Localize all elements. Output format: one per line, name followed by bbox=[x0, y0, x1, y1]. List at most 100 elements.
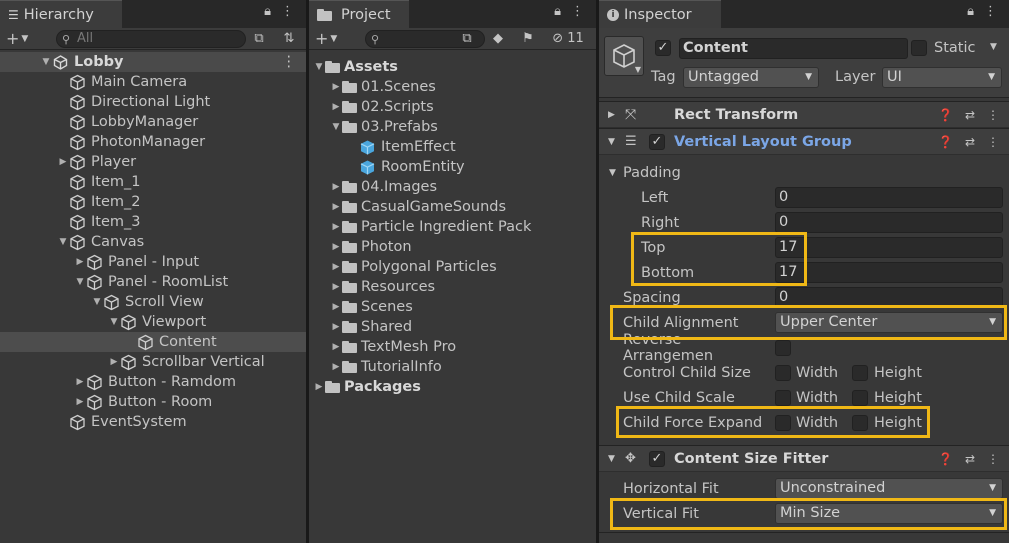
expanded-arrow-icon[interactable]: ▼ bbox=[108, 317, 120, 327]
collapsed-arrow-icon[interactable]: ▶ bbox=[57, 157, 69, 167]
hierarchy-item[interactable]: ▼ Viewport bbox=[0, 312, 306, 332]
tab-project[interactable]: Project bbox=[309, 0, 409, 28]
collapsed-arrow-icon[interactable]: ▶ bbox=[330, 302, 342, 312]
project-item[interactable]: ▼ Assets bbox=[309, 57, 596, 77]
layer-dropdown[interactable]: UI ▼ bbox=[882, 67, 1002, 88]
vlg-enabled-checkbox[interactable]: ✓ bbox=[649, 133, 665, 150]
lock-icon[interactable]: 🔒︎ bbox=[554, 4, 561, 19]
expanded-arrow-icon[interactable]: ▼ bbox=[40, 57, 52, 67]
hierarchy-item[interactable]: ▼ Canvas bbox=[0, 232, 306, 252]
project-item[interactable]: ▶ TutorialInfo bbox=[309, 357, 596, 377]
hidden-packages-toggle[interactable]: ⊘ 11 bbox=[547, 30, 589, 48]
collapsed-arrow-icon[interactable]: ▶ bbox=[330, 222, 342, 232]
lock-icon[interactable]: 🔒︎ bbox=[264, 4, 271, 19]
project-item[interactable]: ▶ TextMesh Pro bbox=[309, 337, 596, 357]
tab-inspector[interactable]: i Inspector bbox=[599, 0, 721, 28]
help-icon[interactable]: ❓ bbox=[938, 135, 953, 149]
project-item[interactable]: ItemEffect bbox=[309, 137, 596, 157]
kebab-menu-icon[interactable]: ⋮ bbox=[987, 108, 999, 122]
foldout-arrow-icon[interactable]: ▶ bbox=[608, 110, 615, 120]
scale-width-checkbox[interactable] bbox=[775, 389, 791, 406]
tab-hierarchy[interactable]: ☰ Hierarchy bbox=[0, 0, 122, 28]
vertical-layout-group-header[interactable]: ▼ ☰ ✓ Vertical Layout Group ❓ ⇄ ⋮ bbox=[599, 128, 1009, 155]
padding-top-input[interactable]: 17 bbox=[775, 237, 1003, 258]
project-item[interactable]: ▶ Polygonal Particles bbox=[309, 257, 596, 277]
collapsed-arrow-icon[interactable]: ▶ bbox=[330, 102, 342, 112]
hierarchy-item[interactable]: ▶ Scrollbar Vertical bbox=[0, 352, 306, 372]
lock-icon[interactable]: 🔒︎ bbox=[967, 4, 974, 19]
collapsed-arrow-icon[interactable]: ▶ bbox=[74, 397, 86, 407]
scene-visibility-icon[interactable]: ⧉ bbox=[250, 30, 268, 48]
help-icon[interactable]: ❓ bbox=[938, 452, 953, 466]
csf-enabled-checkbox[interactable]: ✓ bbox=[649, 450, 665, 467]
hierarchy-item[interactable]: ▶ Panel - Input bbox=[0, 252, 306, 272]
horizontal-fit-dropdown[interactable]: Unconstrained ▼ bbox=[775, 478, 1003, 499]
collapsed-arrow-icon[interactable]: ▶ bbox=[330, 82, 342, 92]
tag-dropdown[interactable]: Untagged ▼ bbox=[683, 67, 819, 88]
project-item[interactable]: ▶ 04.Images bbox=[309, 177, 596, 197]
expanded-arrow-icon[interactable]: ▼ bbox=[330, 122, 342, 132]
hierarchy-item[interactable]: PhotonManager bbox=[0, 132, 306, 152]
project-item[interactable]: ▶ Resources bbox=[309, 277, 596, 297]
kebab-menu-icon[interactable]: ⋮ bbox=[987, 452, 999, 466]
collapsed-arrow-icon[interactable]: ▶ bbox=[108, 357, 120, 367]
filter-by-label-icon[interactable]: ⚑ bbox=[519, 30, 537, 48]
hierarchy-item[interactable]: ▶ Button - Room bbox=[0, 392, 306, 412]
hierarchy-item[interactable]: ▶ Player bbox=[0, 152, 306, 172]
collapsed-arrow-icon[interactable]: ▶ bbox=[313, 382, 325, 392]
padding-right-input[interactable]: 0 bbox=[775, 212, 1003, 233]
hierarchy-item[interactable]: Item_3 bbox=[0, 212, 306, 232]
hierarchy-item[interactable]: EventSystem bbox=[0, 412, 306, 432]
help-icon[interactable]: ❓ bbox=[938, 108, 953, 122]
hierarchy-item[interactable]: ▼ Lobby ⋮ bbox=[0, 52, 306, 72]
reverse-arrangement-checkbox[interactable] bbox=[775, 339, 791, 356]
project-item[interactable]: ▶ Packages bbox=[309, 377, 596, 397]
object-name-input[interactable]: Content bbox=[679, 38, 908, 59]
filter-by-type-icon[interactable]: ◆ bbox=[489, 30, 507, 48]
presets-icon[interactable]: ⇄ bbox=[965, 108, 975, 122]
foldout-arrow-icon[interactable]: ▼ bbox=[608, 454, 615, 464]
active-checkbox[interactable]: ✓ bbox=[655, 40, 671, 56]
project-item[interactable]: ▶ Scenes bbox=[309, 297, 596, 317]
collapsed-arrow-icon[interactable]: ▶ bbox=[330, 362, 342, 372]
project-item[interactable]: ▶ CasualGameSounds bbox=[309, 197, 596, 217]
collapsed-arrow-icon[interactable]: ▶ bbox=[330, 242, 342, 252]
project-item[interactable]: ▶ Photon bbox=[309, 237, 596, 257]
project-item[interactable]: ▶ 02.Scripts bbox=[309, 97, 596, 117]
kebab-menu-icon[interactable]: ⋮ bbox=[571, 4, 584, 19]
hierarchy-item[interactable]: ▼ Scroll View bbox=[0, 292, 306, 312]
kebab-menu-icon[interactable]: ⋮ bbox=[281, 4, 294, 19]
scale-height-checkbox[interactable] bbox=[852, 389, 868, 406]
foldout-arrow-icon[interactable]: ▼ bbox=[608, 137, 615, 147]
hierarchy-item[interactable]: ▼ Panel - RoomList bbox=[0, 272, 306, 292]
expanded-arrow-icon[interactable]: ▼ bbox=[313, 62, 325, 72]
hierarchy-item[interactable]: LobbyManager bbox=[0, 112, 306, 132]
project-item[interactable]: RoomEntity bbox=[309, 157, 596, 177]
control-height-checkbox[interactable] bbox=[852, 364, 868, 381]
collapsed-arrow-icon[interactable]: ▶ bbox=[330, 322, 342, 332]
hierarchy-search-input[interactable]: ⚲ All bbox=[56, 30, 246, 48]
hierarchy-item[interactable]: Item_2 bbox=[0, 192, 306, 212]
collapsed-arrow-icon[interactable]: ▶ bbox=[330, 342, 342, 352]
static-checkbox[interactable] bbox=[911, 40, 927, 56]
expanded-arrow-icon[interactable]: ▼ bbox=[57, 237, 69, 247]
expanded-arrow-icon[interactable]: ▼ bbox=[91, 297, 103, 307]
create-button[interactable]: + ▼ bbox=[315, 29, 337, 48]
gameobject-icon-button[interactable]: ▼ bbox=[604, 36, 644, 76]
expanded-arrow-icon[interactable]: ▼ bbox=[74, 277, 86, 287]
collapsed-arrow-icon[interactable]: ▶ bbox=[74, 257, 86, 267]
kebab-menu-icon[interactable]: ⋮ bbox=[984, 4, 997, 19]
content-size-fitter-header[interactable]: ▼ ✥ ✓ Content Size Fitter ❓ ⇄ ⋮ bbox=[599, 445, 1009, 472]
hierarchy-item[interactable]: Directional Light bbox=[0, 92, 306, 112]
kebab-menu-icon[interactable]: ⋮ bbox=[282, 54, 297, 70]
collapsed-arrow-icon[interactable]: ▶ bbox=[330, 182, 342, 192]
hierarchy-item[interactable]: ▶ Button - Ramdom bbox=[0, 372, 306, 392]
hierarchy-item[interactable]: Content bbox=[0, 332, 306, 352]
control-width-checkbox[interactable] bbox=[775, 364, 791, 381]
presets-icon[interactable]: ⇄ bbox=[965, 452, 975, 466]
padding-left-input[interactable]: 0 bbox=[775, 187, 1003, 208]
hierarchy-sort-icon[interactable]: ⇅ bbox=[280, 30, 298, 48]
search-by-type-icon[interactable]: ⧉ bbox=[458, 30, 476, 48]
project-item[interactable]: ▼ 03.Prefabs bbox=[309, 117, 596, 137]
project-item[interactable]: ▶ Shared bbox=[309, 317, 596, 337]
